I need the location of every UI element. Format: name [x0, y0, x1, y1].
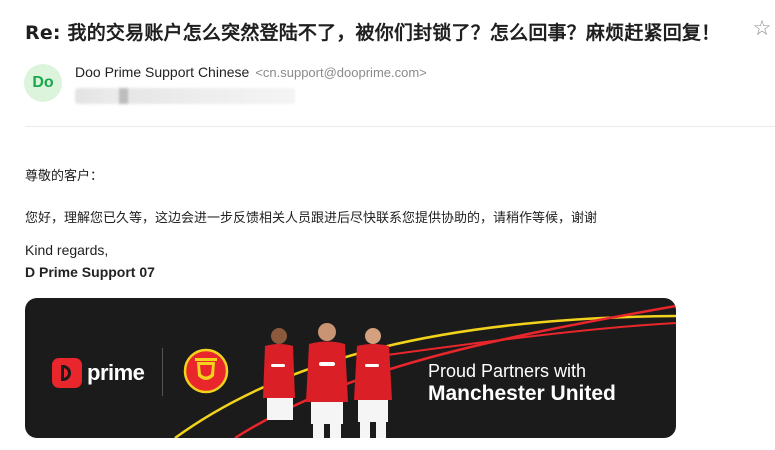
recipient-redacted [75, 88, 295, 104]
partner-banner[interactable]: prime Proud Partners with Manchester Uni… [25, 298, 676, 438]
logo-text: prime [87, 360, 145, 385]
email-subject: Re: 我的交易账户怎么突然登陆不了，被你们封锁了？怎么回事？麻烦赶紧回复！ [25, 22, 721, 44]
tagline-line1: Proud Partners with [428, 361, 587, 381]
sender-line: Doo Prime Support Chinese <cn.support@doo… [75, 64, 427, 80]
sender-avatar: Do [24, 64, 62, 102]
sender-name[interactable]: Doo Prime Support Chinese [75, 64, 249, 80]
players-image [263, 323, 392, 438]
message-text: 您好，理解您已久等，这边会进一步反馈相关人员跟进后尽快联系您提供协助的，请稍作等… [25, 211, 598, 226]
signature-text: D Prime Support 07 [25, 264, 155, 280]
star-icon[interactable]: ☆ [751, 18, 773, 40]
manchester-united-crest-icon [183, 348, 229, 394]
header-divider [25, 126, 775, 127]
doo-prime-logo-icon [52, 358, 82, 388]
greeting-text: 尊敬的客户： [25, 169, 104, 184]
regards-text: Kind regards, [25, 242, 109, 258]
tagline-line2: Manchester United [428, 382, 616, 405]
logo-separator [162, 348, 163, 396]
sender-email[interactable]: <cn.support@dooprime.com> [255, 65, 426, 80]
